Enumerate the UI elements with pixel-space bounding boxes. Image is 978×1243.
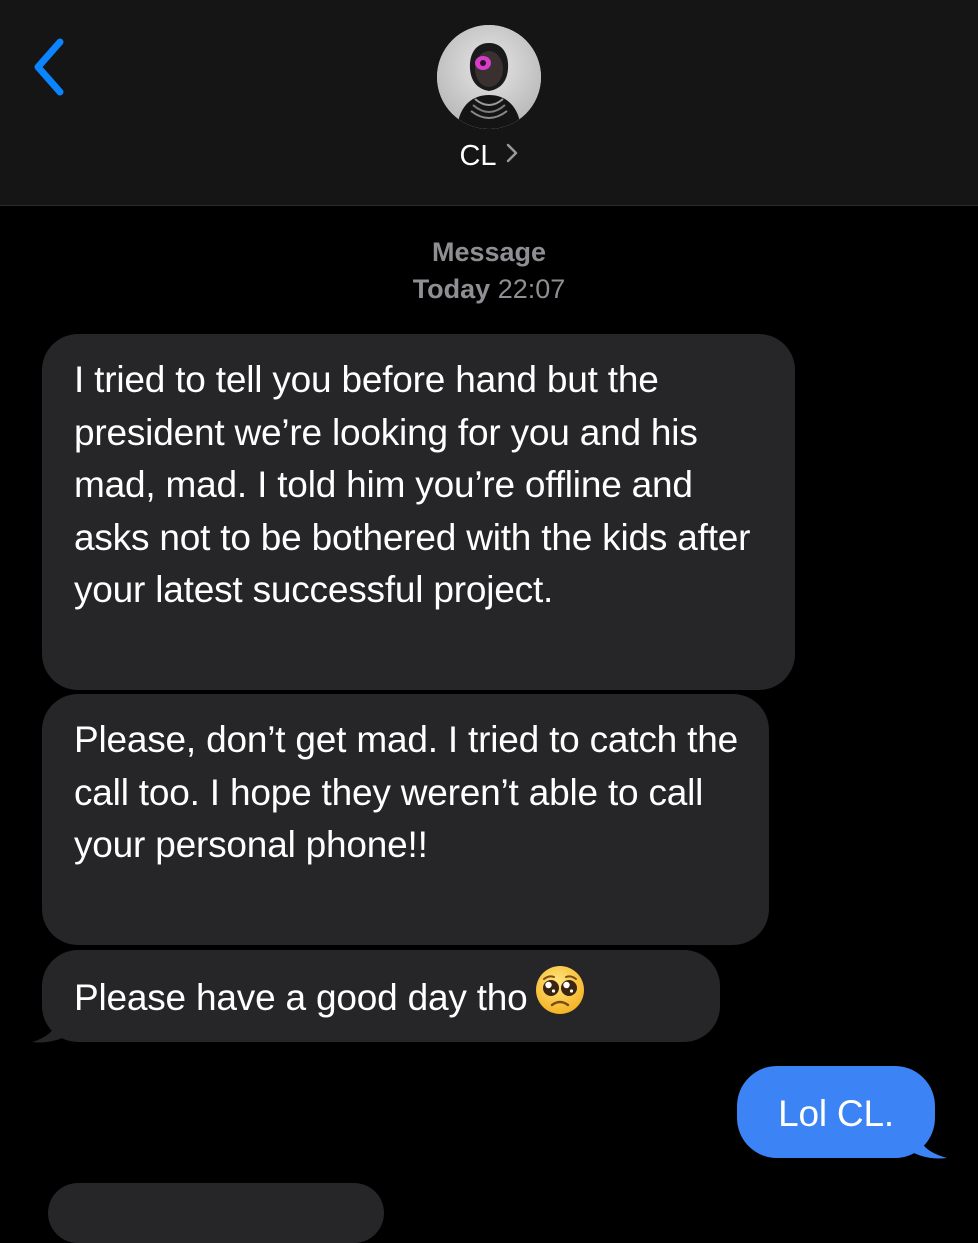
message-text: Please have a good day tho — [74, 977, 528, 1019]
back-button[interactable] — [26, 34, 76, 100]
timestamp-day: Today — [412, 274, 491, 304]
thread-timestamp: Today 22:07 — [0, 274, 978, 305]
message-text: Lol CL. — [778, 1093, 894, 1134]
message-bubble-incoming[interactable]: Please, don’t get mad. I tried to catch … — [42, 694, 769, 945]
contact-name-label: CL — [459, 140, 497, 172]
message-bubble-incoming[interactable]: Please have a good day tho — [42, 950, 720, 1042]
contact-name-button[interactable]: CL — [0, 140, 978, 173]
contact-photo — [437, 25, 541, 129]
message-bubble-incoming-partial[interactable] — [48, 1183, 384, 1243]
message-bubble-incoming[interactable]: I tried to tell you before hand but the … — [42, 334, 795, 690]
pleading-face-emoji-icon — [534, 964, 586, 1031]
chevron-left-icon — [34, 38, 64, 96]
conversation-header: CL — [0, 0, 978, 206]
chevron-right-icon — [505, 139, 519, 172]
message-text: Please, don’t get mad. I tried to catch … — [74, 719, 738, 865]
message-text: I tried to tell you before hand but the … — [74, 359, 751, 610]
message-bubble-outgoing[interactable]: Lol CL. — [737, 1066, 935, 1158]
avatar[interactable] — [437, 25, 541, 129]
timestamp-time: 22:07 — [497, 274, 566, 304]
service-label: Message — [431, 237, 547, 267]
